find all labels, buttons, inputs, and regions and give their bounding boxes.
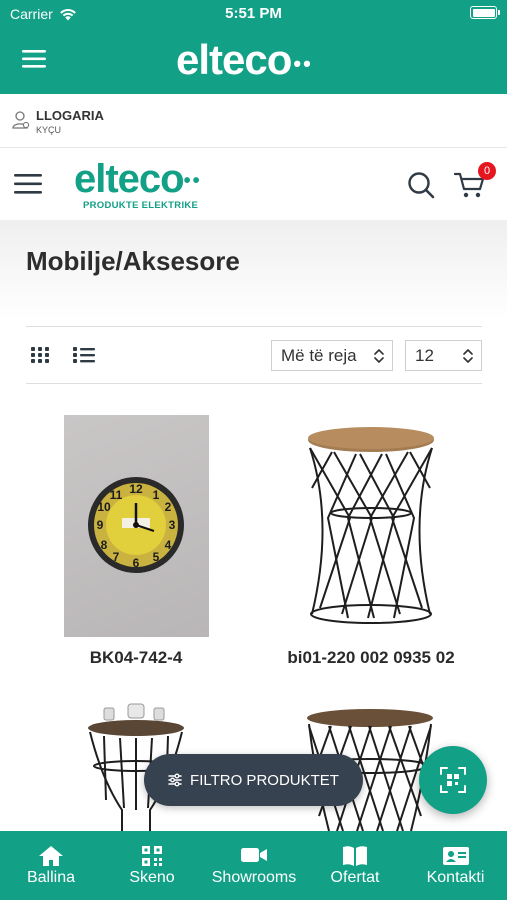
search-icon[interactable] xyxy=(406,170,436,200)
svg-text:11: 11 xyxy=(110,488,123,502)
home-icon xyxy=(39,846,63,866)
cart-count-badge: 0 xyxy=(478,162,496,180)
app-screen: Carrier 5:51 PM elteco•• LLOGARIA KYÇU e… xyxy=(0,0,507,900)
account-link[interactable]: LLOGARIA KYÇU xyxy=(0,94,507,148)
svg-text:2: 2 xyxy=(165,500,172,514)
status-bar: Carrier 5:51 PM xyxy=(0,0,507,28)
svg-text:10: 10 xyxy=(97,500,111,514)
svg-text:1: 1 xyxy=(153,488,160,502)
site-menu-icon[interactable] xyxy=(14,172,44,196)
scan-qr-button[interactable] xyxy=(419,746,487,814)
tab-kontakti[interactable]: Kontakti xyxy=(404,831,507,900)
tab-ballina[interactable]: Ballina xyxy=(0,831,102,900)
svg-text:12: 12 xyxy=(129,482,143,496)
site-logo-tagline: PRODUKTE ELEKTRIKE xyxy=(83,200,199,211)
tab-label: Skeno xyxy=(129,869,175,886)
app-logo: elteco•• xyxy=(176,36,313,84)
battery-icon xyxy=(470,6,500,19)
svg-text:9: 9 xyxy=(97,518,104,532)
user-icon xyxy=(12,111,30,129)
svg-text:5: 5 xyxy=(153,550,160,564)
chevron-up-down-icon xyxy=(374,349,384,363)
product-image-clock[interactable]: 12 6 3 9 12 45 78 10 11 xyxy=(64,415,209,637)
sliders-icon xyxy=(168,773,182,787)
page-title: Mobilje/Aksesore xyxy=(26,246,240,276)
svg-text:6: 6 xyxy=(133,556,140,570)
status-time: 5:51 PM xyxy=(225,5,282,22)
grid-view-icon[interactable] xyxy=(30,346,50,364)
login-link[interactable]: KYÇU xyxy=(36,125,61,135)
app-header: Carrier 5:51 PM elteco•• xyxy=(0,0,507,94)
site-header: elteco•• PRODUKTE ELEKTRIKE xyxy=(0,148,507,220)
app-logo-dots: •• xyxy=(293,51,313,76)
per-page-select[interactable]: 12 xyxy=(405,340,482,371)
per-page-select-value: 12 xyxy=(415,346,434,365)
account-title: LLOGARIA xyxy=(36,108,104,123)
book-icon xyxy=(343,846,367,866)
sort-select[interactable]: Më të reja xyxy=(271,340,393,371)
hamburger-menu-icon[interactable] xyxy=(22,49,48,69)
app-logo-text: elteco xyxy=(176,36,292,83)
chevron-up-down-icon xyxy=(463,349,473,363)
site-logo-dots: •• xyxy=(183,170,202,192)
tab-label: Showrooms xyxy=(211,869,297,886)
product-image-side-table[interactable] xyxy=(290,418,456,628)
svg-text:7: 7 xyxy=(113,550,120,564)
bottom-tab-bar: Ballina Skeno Showrooms Ofertat Kontakti xyxy=(0,831,507,900)
tab-label: Ballina xyxy=(26,869,76,886)
filter-products-button[interactable]: FILTRO PRODUKTET xyxy=(144,754,363,806)
tab-showrooms[interactable]: Showrooms xyxy=(202,831,306,900)
site-logo[interactable]: elteco•• PRODUKTE ELEKTRIKE xyxy=(74,159,202,211)
tab-label: Ofertat xyxy=(330,869,380,886)
site-logo-text: elteco xyxy=(74,157,185,201)
listing-toolbar: Më të reja 12 xyxy=(26,326,482,384)
tab-ofertat[interactable]: Ofertat xyxy=(306,831,404,900)
sort-select-value: Më të reja xyxy=(281,346,357,365)
qr-scan-icon xyxy=(440,767,466,793)
svg-text:3: 3 xyxy=(169,518,176,532)
svg-text:4: 4 xyxy=(165,538,172,552)
filter-products-label: FILTRO PRODUKTET xyxy=(190,771,339,789)
wall-clock-image: 12 6 3 9 12 45 78 1011 xyxy=(88,477,184,573)
video-camera-icon xyxy=(241,848,267,862)
tab-label: Kontakti xyxy=(426,869,485,886)
tab-skeno[interactable]: Skeno xyxy=(102,831,202,900)
qr-code-icon xyxy=(142,846,162,866)
contact-card-icon xyxy=(442,847,469,865)
product-name[interactable]: BK04-742-4 xyxy=(16,648,256,668)
list-view-icon[interactable] xyxy=(72,346,96,364)
product-name[interactable]: bi01-220 002 0935 02 xyxy=(251,648,491,668)
svg-text:8: 8 xyxy=(101,538,108,552)
